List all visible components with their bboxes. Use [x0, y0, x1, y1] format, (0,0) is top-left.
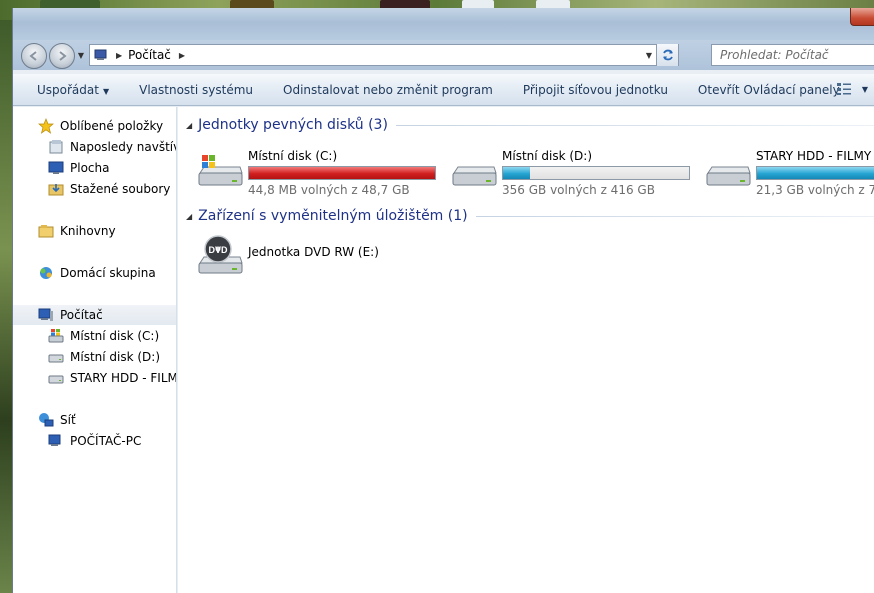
- sidebar-network[interactable]: Síť: [13, 410, 176, 430]
- recent-places-icon: [49, 140, 63, 154]
- sidebar-label: Místní disk (D:): [70, 350, 161, 364]
- sidebar-item-disk-f[interactable]: STARY HDD - FILMY (F:): [13, 368, 177, 388]
- sidebar-label: Plocha: [70, 161, 110, 175]
- group-divider: [395, 124, 874, 126]
- open-control-panel-button[interactable]: Otevřít Ovládací panely: [683, 83, 855, 97]
- sidebar-libraries[interactable]: Knihovny: [13, 221, 176, 241]
- drive-free-space: 44,8 MB volných z 48,7 GB: [248, 183, 410, 197]
- navigation-pane: Oblíbené položky Naposledy navštívené Pl…: [13, 107, 177, 593]
- search-input[interactable]: Prohledat: Počítač: [711, 44, 874, 66]
- group-removable[interactable]: ◢ Zařízení s vyměnitelným úložištěm (1): [186, 206, 874, 226]
- sidebar-item-recent[interactable]: Naposledy navštívené: [13, 137, 176, 157]
- sidebar-homegroup[interactable]: Domácí skupina: [13, 263, 176, 283]
- sidebar-label: Místní disk (C:): [70, 329, 160, 343]
- dvd-label: DVD: [208, 245, 228, 255]
- sidebar-label: Naposledy navštívené: [70, 140, 176, 154]
- group-title: Jednotky pevných disků (3): [198, 117, 388, 133]
- sidebar-computer[interactable]: Počítač: [13, 305, 176, 325]
- collapse-triangle-icon[interactable]: ◢: [186, 212, 192, 221]
- sidebar-favorites[interactable]: Oblíbené položky: [13, 116, 176, 136]
- drive-name: Jednotka DVD RW (E:): [248, 245, 379, 259]
- address-dropdown[interactable]: ▼: [642, 47, 656, 63]
- sidebar-label: Oblíbené položky: [60, 119, 164, 133]
- drive-tile-d[interactable]: Místní disk (D:) 356 GB volných z 416 GB: [450, 149, 702, 197]
- recent-pages-dropdown[interactable]: ▼: [76, 50, 86, 60]
- view-dropdown-icon[interactable]: ▼: [862, 85, 868, 94]
- uninstall-program-button[interactable]: Odinstalovat nebo změnit program: [268, 83, 508, 97]
- hard-drive-icon: [706, 166, 751, 186]
- dvd-drive-icon: DVD: [198, 235, 243, 274]
- drive-name: Místní disk (C:): [248, 149, 338, 163]
- sidebar-label: POČÍTAČ-PC: [70, 434, 142, 448]
- windows-drive-icon: [198, 155, 243, 186]
- drive-usage-bar: [502, 166, 690, 180]
- content-pane: ◢ Jednotky pevných disků (3) Místní disk…: [178, 107, 874, 593]
- sidebar-label: Domácí skupina: [60, 266, 156, 280]
- group-hard-drives[interactable]: ◢ Jednotky pevných disků (3): [186, 115, 874, 135]
- breadcrumb-separator-icon[interactable]: ▶: [116, 51, 122, 60]
- homegroup-icon: [40, 267, 52, 279]
- drive-usage-fill: [249, 167, 435, 179]
- hard-drive-icon: [48, 375, 64, 384]
- desktop-left-edge: [0, 20, 12, 593]
- chevron-down-icon: ▼: [102, 86, 110, 96]
- refresh-button[interactable]: [656, 44, 678, 66]
- system-properties-button[interactable]: Vlastnosti systému: [124, 83, 268, 97]
- view-icon[interactable]: [836, 82, 852, 96]
- network-icon: [39, 413, 54, 427]
- drive-free-space: 356 GB volných z 416 GB: [502, 183, 655, 197]
- sidebar-item-desktop[interactable]: Plocha: [13, 158, 176, 178]
- drive-tile-c[interactable]: Místní disk (C:) 44,8 MB volných z 48,7 …: [196, 149, 448, 197]
- breadcrumb-separator-icon[interactable]: ▶: [179, 51, 185, 60]
- sidebar-label: Stažené soubory: [70, 182, 171, 196]
- sidebar-label: Počítač: [60, 308, 103, 322]
- drive-tile-f[interactable]: STARY HDD - FILMY (F:) 21,3 GB volných z…: [704, 149, 874, 197]
- star-icon: [38, 118, 54, 134]
- group-title: Zařízení s vyměnitelným úložištěm (1): [198, 208, 468, 224]
- drive-usage-fill: [757, 167, 874, 179]
- sidebar-item-disk-d[interactable]: Místní disk (D:): [13, 347, 176, 367]
- hard-drive-icon: [48, 354, 64, 363]
- desktop-icon: [48, 161, 64, 174]
- drive-name: STARY HDD - FILMY (F:): [756, 149, 874, 163]
- drive-usage-bar: [756, 166, 874, 180]
- view-options: ▼: [836, 82, 868, 96]
- hard-drive-icon: [452, 166, 497, 186]
- organize-label: Uspořádat: [37, 82, 99, 97]
- sidebar-label: Knihovny: [60, 224, 116, 238]
- drive-usage-fill: [503, 167, 530, 179]
- arrow-right-icon: [59, 51, 67, 61]
- navigation-bar: ▼ ▶ Počítač ▶ ▼ Prohledat: Počítač: [13, 40, 874, 70]
- back-button[interactable]: [21, 43, 47, 69]
- close-button[interactable]: [850, 8, 874, 26]
- sidebar-item-disk-c[interactable]: Místní disk (C:): [13, 326, 176, 346]
- group-divider: [475, 215, 874, 217]
- network-computer-icon: [48, 434, 61, 446]
- sidebar-item-network-pc[interactable]: POČÍTAČ-PC: [13, 431, 176, 451]
- drive-name: Místní disk (D:): [502, 149, 593, 163]
- breadcrumb-computer[interactable]: Počítač: [128, 48, 171, 62]
- address-bar[interactable]: ▶ Počítač ▶ ▼: [89, 44, 679, 66]
- windows-drive-icon: [48, 329, 64, 343]
- computer-icon: [38, 308, 53, 321]
- drive-free-space: 21,3 GB volných z 74,5 GB: [756, 183, 874, 197]
- drive-tile-dvd[interactable]: DVD Jednotka DVD RW (E:): [196, 233, 448, 277]
- forward-button[interactable]: [49, 43, 75, 69]
- explorer-window: ▼ ▶ Počítač ▶ ▼ Prohledat: Počítač Uspoř…: [12, 8, 874, 593]
- sidebar-label: STARY HDD - FILMY (F:): [70, 371, 177, 385]
- organize-button[interactable]: Uspořádat ▼: [13, 83, 124, 97]
- window-frame: [13, 8, 874, 40]
- sidebar-item-downloads[interactable]: Stažené soubory: [13, 179, 176, 199]
- refresh-icon: [662, 49, 673, 61]
- computer-icon: [94, 49, 107, 60]
- sidebar-label: Síť: [60, 413, 76, 427]
- command-bar: Uspořádat ▼ Vlastnosti systému Odinstalov…: [13, 74, 874, 106]
- downloads-folder-icon: [48, 184, 64, 196]
- drive-usage-bar: [248, 166, 436, 180]
- collapse-triangle-icon[interactable]: ◢: [186, 121, 192, 130]
- libraries-icon: [38, 225, 54, 238]
- map-network-drive-button[interactable]: Připojit síťovou jednotku: [508, 83, 683, 97]
- arrow-left-icon: [29, 51, 37, 61]
